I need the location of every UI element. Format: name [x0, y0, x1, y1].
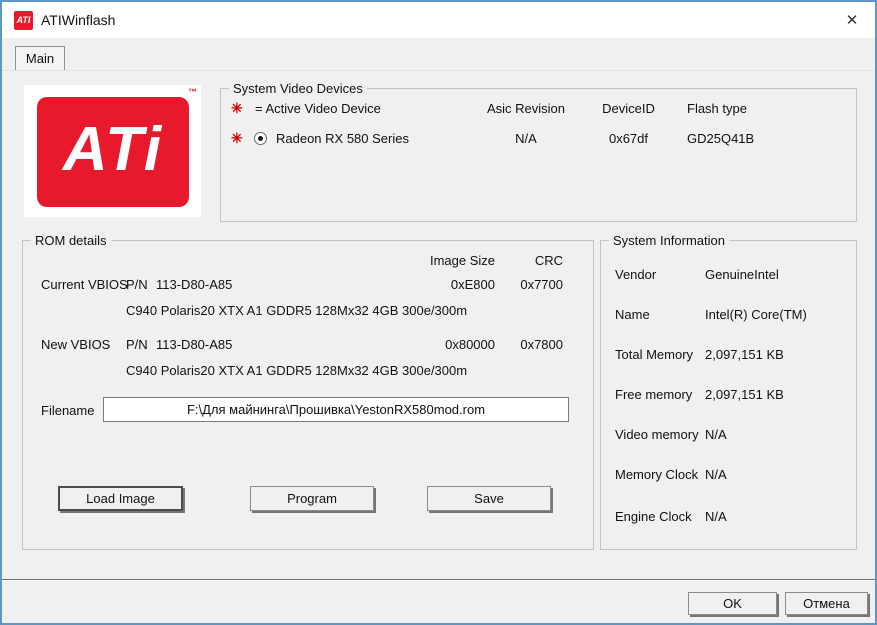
ati-logo-red-panel: ATi: [37, 97, 189, 207]
column-header-asic-revision: Asic Revision: [486, 101, 566, 116]
column-header-crc: CRC: [534, 253, 563, 268]
sysinfo-label-total-memory: Total Memory: [615, 347, 694, 362]
rom-details-legend: ROM details: [31, 233, 111, 248]
device-deviceid: 0x67df: [608, 131, 649, 146]
device-asic-revision: N/A: [515, 131, 537, 146]
sysinfo-label-name: Name: [615, 307, 650, 322]
new-vbios-image-size: 0x80000: [445, 337, 495, 352]
sysinfo-label-engine-clock: Engine Clock: [615, 509, 692, 524]
filename-label: Filename: [41, 403, 95, 418]
current-vbios-pn-label: P/N: [126, 277, 148, 292]
current-vbios-crc: 0x7700: [520, 277, 563, 292]
system-information-group: System Information Vendor GenuineIntel N…: [600, 233, 857, 550]
program-button[interactable]: Program: [250, 486, 374, 511]
trademark-symbol: ™: [188, 87, 197, 97]
sysinfo-value-video-memory: N/A: [705, 427, 727, 442]
sysinfo-value-vendor: GenuineIntel: [705, 267, 779, 282]
system-information-legend: System Information: [609, 233, 729, 248]
new-vbios-description: C940 Polaris20 XTX A1 GDDR5 128Mx32 4GB …: [126, 363, 468, 378]
sysinfo-label-free-memory: Free memory: [615, 387, 693, 402]
system-video-devices-group: System Video Devices ✳ = Active Video De…: [220, 81, 857, 222]
save-button[interactable]: Save: [427, 486, 551, 511]
system-video-devices-legend: System Video Devices: [229, 81, 367, 96]
filename-input[interactable]: [103, 397, 569, 422]
sysinfo-value-total-memory: 2,097,151 KB: [705, 347, 784, 362]
active-device-key-label: = Active Video Device: [255, 101, 381, 116]
device-active-marker-icon: ✳: [231, 130, 243, 146]
footer-separator: [2, 579, 875, 581]
sysinfo-value-free-memory: 2,097,151 KB: [705, 387, 784, 402]
current-vbios-image-size: 0xE800: [450, 277, 495, 292]
new-vbios-pn-label: P/N: [126, 337, 148, 352]
sysinfo-label-memory-clock: Memory Clock: [615, 467, 699, 482]
sysinfo-value-name: Intel(R) Core(TM): [705, 307, 807, 322]
tab-main[interactable]: Main: [15, 46, 65, 70]
load-image-button[interactable]: Load Image: [58, 486, 183, 511]
active-device-marker-icon: ✳: [231, 100, 243, 116]
sysinfo-label-video-memory: Video memory: [615, 427, 699, 442]
sysinfo-label-vendor: Vendor: [615, 267, 657, 282]
ati-app-icon: ATI: [14, 10, 33, 30]
new-vbios-crc: 0x7800: [520, 337, 563, 352]
atiwinflash-window: ATI ATIWinflash ✕ Main ATi ™ System Vide…: [0, 0, 877, 625]
ok-button[interactable]: OK: [688, 592, 777, 615]
ati-logo-letters: ATi: [62, 115, 164, 184]
title-bar: ATI ATIWinflash ✕: [2, 2, 875, 38]
close-icon[interactable]: ✕: [829, 2, 875, 38]
ati-logo: ATi ™: [24, 85, 201, 217]
current-vbios-label: Current VBIOS: [41, 277, 128, 292]
sysinfo-value-memory-clock: N/A: [705, 467, 727, 482]
column-header-deviceid: DeviceID: [602, 101, 655, 116]
column-header-image-size: Image Size: [429, 253, 495, 268]
column-header-flash-type: Flash type: [687, 101, 747, 116]
device-radio[interactable]: [254, 132, 267, 145]
rom-details-group: ROM details Image Size CRC Current VBIOS…: [22, 233, 594, 550]
current-vbios-pn: 113-D80-A85: [156, 277, 233, 292]
sysinfo-value-engine-clock: N/A: [705, 509, 727, 524]
new-vbios-pn: 113-D80-A85: [156, 337, 233, 352]
tab-pane-border: [2, 70, 875, 71]
current-vbios-description: C940 Polaris20 XTX A1 GDDR5 128Mx32 4GB …: [126, 303, 468, 318]
window-title: ATIWinflash: [41, 12, 116, 28]
device-name[interactable]: Radeon RX 580 Series: [276, 131, 409, 146]
device-flash-type: GD25Q41B: [687, 131, 755, 146]
new-vbios-label: New VBIOS: [41, 337, 111, 352]
cancel-button[interactable]: Отмена: [785, 592, 868, 615]
